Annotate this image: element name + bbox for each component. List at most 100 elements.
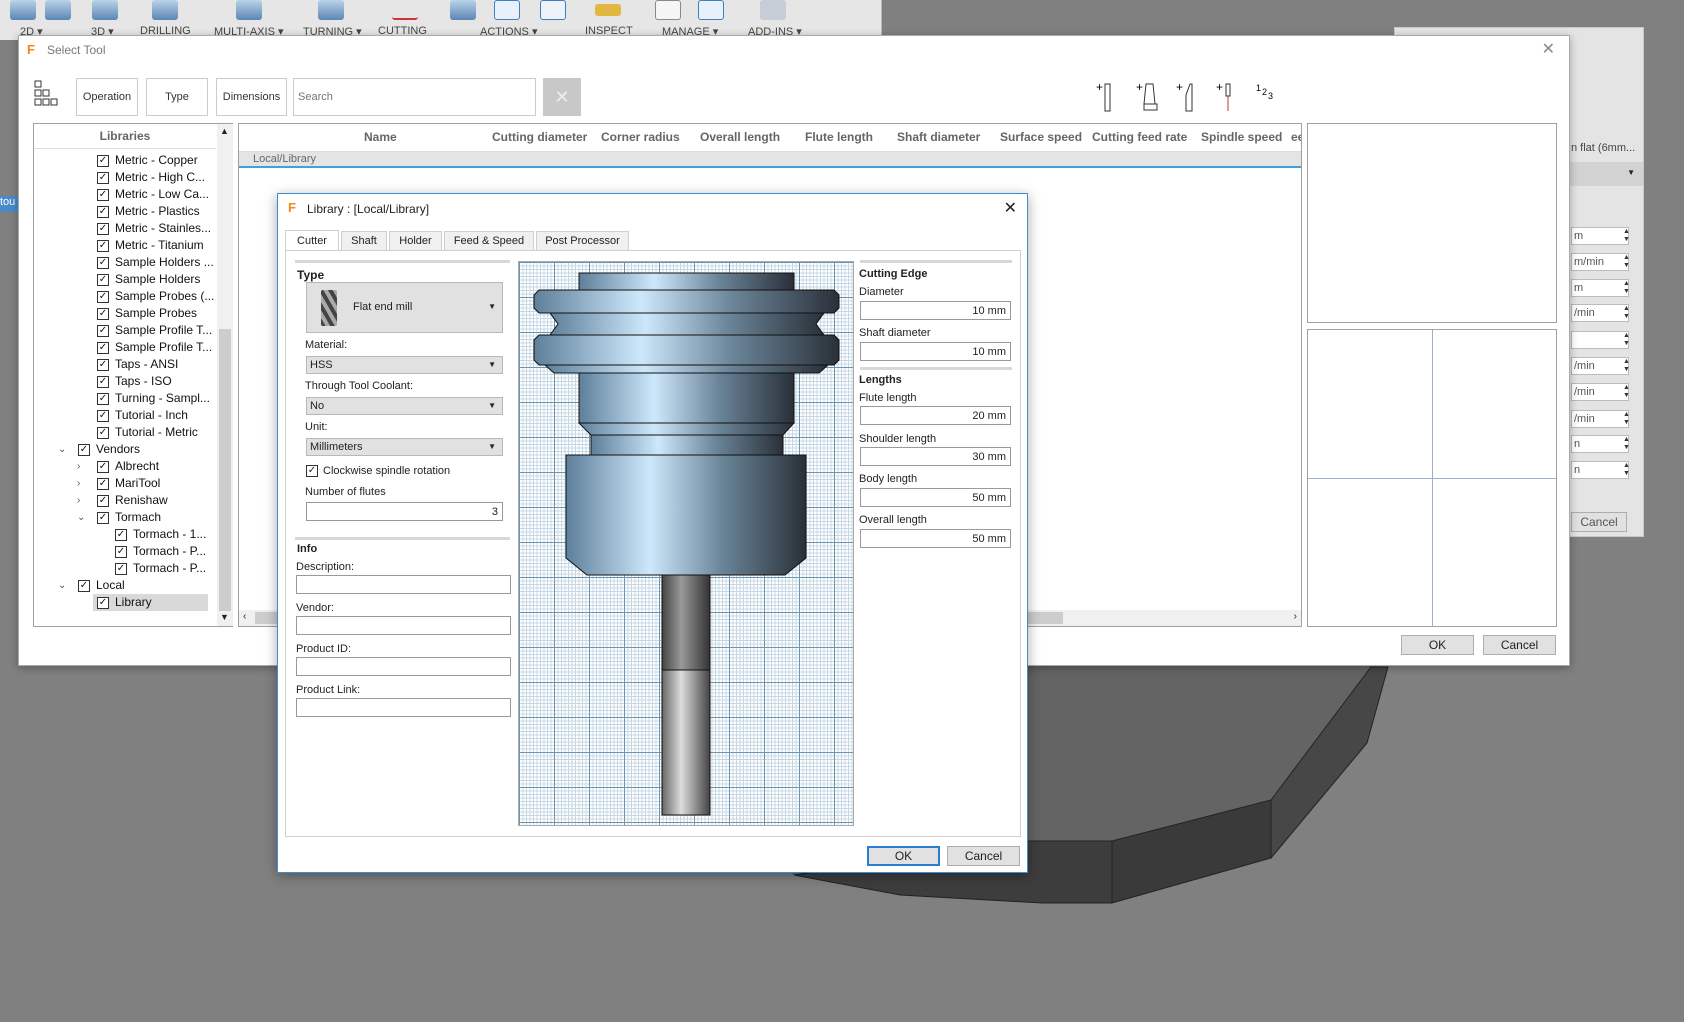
library-tree-item[interactable]: ✓ Taps - ANSI xyxy=(34,356,216,373)
spinner-icon[interactable]: ▲ ▼ xyxy=(1623,254,1630,270)
2d-pocket-icon[interactable] xyxy=(45,0,71,20)
chevron-down-icon[interactable]: ⌄ xyxy=(58,441,66,458)
parameter-field[interactable]: m xyxy=(1571,227,1629,245)
vendor-input[interactable] xyxy=(296,616,511,635)
library-tree-item[interactable]: ✓ Sample Probes (... xyxy=(34,288,216,305)
library-checkbox[interactable]: ✓ xyxy=(97,359,109,371)
spinner-icon[interactable]: ▲ ▼ xyxy=(1623,462,1630,478)
post-process-icon[interactable] xyxy=(494,0,520,20)
library-checkbox[interactable]: ✓ xyxy=(97,189,109,201)
library-checkbox[interactable]: ✓ xyxy=(97,376,109,388)
library-tree-item[interactable]: ✓ Metric - Plastics xyxy=(34,203,216,220)
library-tree-item[interactable]: ✓ Taps - ISO xyxy=(34,373,216,390)
dropdown[interactable]: ▼ xyxy=(1565,162,1643,186)
library-checkbox[interactable]: ✓ xyxy=(97,342,109,354)
chevron-down-icon[interactable]: ⌄ xyxy=(58,577,66,594)
tool-library-icon[interactable] xyxy=(655,0,681,20)
coolant-select[interactable]: No ▼ xyxy=(306,397,503,415)
column-header[interactable]: ee xyxy=(1291,130,1301,144)
simulate-icon[interactable] xyxy=(450,0,476,20)
parameter-field[interactable]: n xyxy=(1571,435,1629,453)
library-checkbox[interactable]: ✓ xyxy=(115,529,127,541)
library-tree-item[interactable]: ⌄ ✓ Tormach xyxy=(34,509,216,526)
2d-icon[interactable] xyxy=(10,0,36,20)
column-header[interactable]: Flute length xyxy=(805,130,873,144)
library-checkbox[interactable]: ✓ xyxy=(97,206,109,218)
library-tree-item[interactable]: ✓ Library xyxy=(34,594,216,611)
parameter-field[interactable]: m/min xyxy=(1571,253,1629,271)
parameter-field[interactable]: m xyxy=(1571,279,1629,297)
library-tree-item[interactable]: ✓ Sample Profile T... xyxy=(34,322,216,339)
library-checkbox[interactable]: ✓ xyxy=(97,427,109,439)
cancel-button[interactable]: Cancel xyxy=(947,846,1020,866)
diameter-input[interactable]: 10 mm xyxy=(860,301,1011,320)
library-tree-item[interactable]: ⌄ ✓ Local xyxy=(34,577,216,594)
measure-icon[interactable] xyxy=(595,4,621,16)
template-icon[interactable] xyxy=(698,0,724,20)
multi-axis-icon[interactable] xyxy=(236,0,262,20)
library-tree-item[interactable]: ⌄ ✓ Vendors xyxy=(34,441,216,458)
dimensions-filter-button[interactable]: Dimensions xyxy=(216,78,287,116)
shaft-diameter-input[interactable]: 10 mm xyxy=(860,342,1011,361)
chevron-down-icon[interactable]: ⌄ xyxy=(77,509,85,526)
libraries-scrollbar[interactable]: ▲ ▼ xyxy=(217,124,233,626)
scroll-right-icon[interactable]: › xyxy=(1294,611,1297,622)
add-holder-icon[interactable]: + xyxy=(1136,80,1160,113)
library-checkbox[interactable]: ✓ xyxy=(97,495,109,507)
body-length-input[interactable]: 50 mm xyxy=(860,488,1011,507)
ok-button[interactable]: OK xyxy=(867,846,940,866)
group-row[interactable]: Local/Library xyxy=(239,152,1301,168)
library-tree-item[interactable]: ✓ Sample Probes xyxy=(34,305,216,322)
library-checkbox[interactable]: ✓ xyxy=(97,461,109,473)
library-tree-item[interactable]: › ✓ Albrecht xyxy=(34,458,216,475)
parameter-field[interactable]: /min xyxy=(1571,383,1629,401)
cancel-button[interactable]: Cancel xyxy=(1571,512,1627,532)
product-link-input[interactable] xyxy=(296,698,511,717)
add-probe-icon[interactable]: + xyxy=(1216,80,1236,113)
library-tree-item[interactable]: › ✓ MariTool xyxy=(34,475,216,492)
scroll-down-icon[interactable]: ▼ xyxy=(220,612,229,622)
scrollbar-thumb[interactable] xyxy=(219,329,231,611)
library-tree-item[interactable]: ✓ Tutorial - Metric xyxy=(34,424,216,441)
library-tree-item[interactable]: ✓ Sample Holders ... xyxy=(34,254,216,271)
spinner-icon[interactable]: ▲ ▼ xyxy=(1623,280,1630,296)
overall-length-input[interactable]: 50 mm xyxy=(860,529,1011,548)
library-checkbox[interactable]: ✓ xyxy=(78,444,90,456)
library-checkbox[interactable]: ✓ xyxy=(115,563,127,575)
library-tree-item[interactable]: ✓ Metric - Titanium xyxy=(34,237,216,254)
tab-post-processor[interactable]: Post Processor xyxy=(536,231,629,250)
library-tree-item[interactable]: ✓ Metric - Stainles... xyxy=(34,220,216,237)
chevron-right-icon[interactable]: › xyxy=(77,492,80,509)
library-checkbox[interactable]: ✓ xyxy=(97,478,109,490)
library-checkbox[interactable]: ✓ xyxy=(97,410,109,422)
flutes-input[interactable]: 3 xyxy=(306,502,503,521)
library-tree-item[interactable]: ✓ Metric - Copper xyxy=(34,152,216,169)
renumber-icon[interactable]: 123 xyxy=(1256,81,1282,113)
shoulder-length-input[interactable]: 30 mm xyxy=(860,447,1011,466)
library-checkbox[interactable]: ✓ xyxy=(97,223,109,235)
spinner-icon[interactable]: ▲ ▼ xyxy=(1623,228,1630,244)
unit-select[interactable]: Millimeters ▼ xyxy=(306,438,503,456)
tool-type-select[interactable]: Flat end mill ▼ xyxy=(306,282,503,333)
tab-cutter[interactable]: Cutter xyxy=(285,230,339,250)
library-tree-item[interactable]: ✓ Sample Profile T... xyxy=(34,339,216,356)
type-filter-button[interactable]: Type xyxy=(146,78,208,116)
clear-search-button[interactable]: ✕ xyxy=(543,78,581,116)
flute-length-input[interactable]: 20 mm xyxy=(860,406,1011,425)
column-header[interactable]: Shaft diameter xyxy=(897,130,980,144)
parameter-field[interactable] xyxy=(1571,331,1629,349)
library-checkbox[interactable]: ✓ xyxy=(97,325,109,337)
tool-preview-canvas[interactable] xyxy=(518,261,854,826)
library-tree-item[interactable]: ✓ Sample Holders xyxy=(34,271,216,288)
add-ins-icon[interactable] xyxy=(760,0,786,20)
scroll-up-icon[interactable]: ▲ xyxy=(220,126,229,136)
tab-holder[interactable]: Holder xyxy=(389,231,442,250)
ok-button[interactable]: OK xyxy=(1401,635,1474,655)
library-checkbox[interactable]: ✓ xyxy=(97,257,109,269)
column-header[interactable]: Cutting feed rate xyxy=(1092,130,1187,144)
column-header[interactable]: Name xyxy=(364,130,397,144)
scroll-left-icon[interactable]: ‹ xyxy=(243,611,246,622)
parameter-field[interactable]: /min xyxy=(1571,304,1629,322)
spinner-icon[interactable]: ▲ ▼ xyxy=(1623,436,1630,452)
description-input[interactable] xyxy=(296,575,511,594)
